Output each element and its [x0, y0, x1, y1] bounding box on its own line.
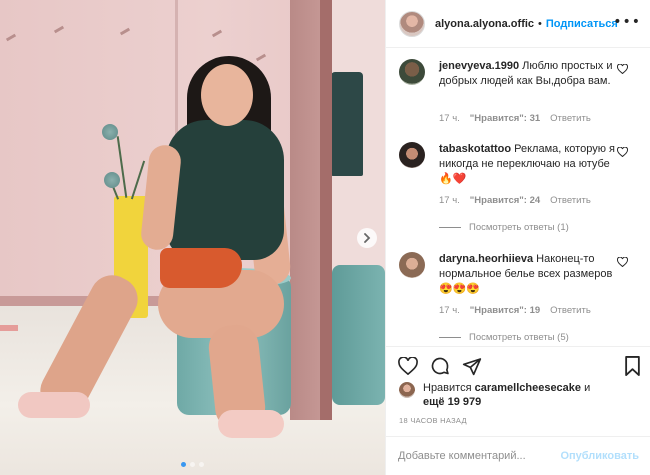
like-button[interactable]: [397, 355, 419, 377]
photo-slipper-left: [18, 392, 90, 418]
photo-hanging-garment: [331, 72, 363, 176]
comment-username[interactable]: daryna.heorhiieva: [439, 253, 533, 265]
post-side-panel: alyona.alyona.offic • Подписаться ••• je…: [385, 0, 650, 475]
more-options-button[interactable]: •••: [613, 15, 641, 29]
comment-meta: 17 ч. "Нравится": 31 Ответить: [439, 113, 591, 124]
post-timestamp[interactable]: 18 ЧАСОВ НАЗАД: [399, 416, 467, 425]
comment-input[interactable]: [398, 450, 561, 462]
comment-likes-count[interactable]: "Нравится": 31: [470, 113, 540, 124]
save-button[interactable]: [621, 355, 643, 377]
bookmark-icon: [624, 356, 640, 376]
post-author-username[interactable]: alyona.alyona.offic: [435, 18, 534, 30]
avatar[interactable]: [399, 59, 425, 85]
comment-reply-button[interactable]: Ответить: [550, 113, 591, 124]
replies-line: [439, 337, 461, 338]
comment-like-button[interactable]: [615, 145, 629, 159]
header-separator: •: [538, 17, 542, 30]
photo-pouf-right: [332, 265, 385, 405]
comment-meta: 17 ч. "Нравится": 24 Ответить: [439, 195, 591, 206]
comment-time: 17 ч.: [439, 195, 460, 206]
carousel-next-button[interactable]: [357, 228, 377, 248]
publish-button[interactable]: Опубликовать: [560, 450, 639, 462]
comment-time: 17 ч.: [439, 113, 460, 124]
carousel-dot: [181, 462, 186, 467]
comment-likes-count[interactable]: "Нравится": 24: [470, 195, 540, 206]
comment-time: 17 ч.: [439, 305, 460, 316]
paper-plane-icon: [462, 357, 482, 375]
comment-body: jenevyeva.1990 Люблю простых и добрых люд…: [439, 59, 617, 89]
photo-person-brief: [160, 248, 242, 288]
photo-person-bodysuit: [166, 120, 284, 260]
comment-like-button[interactable]: [615, 255, 629, 269]
chevron-right-icon: [364, 233, 371, 243]
photo-door-edge: [320, 0, 332, 420]
photo-person-face: [201, 64, 253, 126]
comment-likes-count[interactable]: "Нравится": 19: [470, 305, 540, 316]
photo-flower: [104, 172, 120, 188]
photo-slipper-right: [218, 410, 284, 438]
likes-suffix: и: [584, 382, 591, 394]
likes-summary: Нравится caramellcheesecake и ещё 19 979: [399, 381, 644, 409]
heart-icon: [398, 357, 418, 375]
view-replies-label: Посмотреть ответы (1): [469, 222, 569, 233]
photo-floor-object: [0, 325, 18, 331]
follow-button[interactable]: Подписаться: [546, 18, 618, 30]
post-header: alyona.alyona.offic • Подписаться •••: [386, 0, 650, 48]
view-replies-button[interactable]: Посмотреть ответы (1): [439, 222, 569, 233]
likes-more[interactable]: ещё 19 979: [423, 396, 481, 408]
avatar[interactable]: [399, 142, 425, 168]
view-replies-label: Посмотреть ответы (5): [469, 332, 569, 343]
comment-reply-button[interactable]: Ответить: [550, 305, 591, 316]
carousel-dot: [190, 462, 195, 467]
replies-line: [439, 227, 461, 228]
comment-username[interactable]: jenevyeva.1990: [439, 60, 519, 72]
comment-like-button[interactable]: [615, 62, 629, 76]
comments-list[interactable]: jenevyeva.1990 Люблю простых и добрых люд…: [386, 48, 650, 346]
post-actions: [386, 346, 650, 386]
likes-text: Нравится caramellcheesecake и ещё 19 979: [423, 381, 590, 409]
share-button[interactable]: [461, 355, 483, 377]
small-heart-icon: [616, 257, 628, 267]
avatar[interactable]: [399, 252, 425, 278]
comment-username[interactable]: tabaskotattoo: [439, 143, 511, 155]
add-comment-bar: Опубликовать: [386, 436, 650, 475]
photo-flower: [102, 124, 118, 140]
likes-prefix: Нравится: [423, 382, 472, 394]
likes-user[interactable]: caramellcheesecake: [475, 382, 581, 394]
view-replies-button[interactable]: Посмотреть ответы (5): [439, 332, 569, 343]
avatar[interactable]: [399, 382, 415, 398]
comment-button[interactable]: [429, 355, 451, 377]
post-photo[interactable]: [0, 0, 385, 475]
small-heart-icon: [616, 64, 628, 74]
carousel-indicator: [0, 462, 385, 467]
comment-body: daryna.heorhiieva Наконец-то нормальное б…: [439, 252, 617, 297]
avatar[interactable]: [399, 10, 425, 37]
comment-icon: [431, 357, 449, 375]
comment-body: tabaskotattoo Реклама, которую я никогда …: [439, 142, 617, 187]
comment-reply-button[interactable]: Ответить: [550, 195, 591, 206]
small-heart-icon: [616, 147, 628, 157]
carousel-dot: [199, 462, 204, 467]
comment-meta: 17 ч. "Нравится": 19 Ответить: [439, 305, 591, 316]
